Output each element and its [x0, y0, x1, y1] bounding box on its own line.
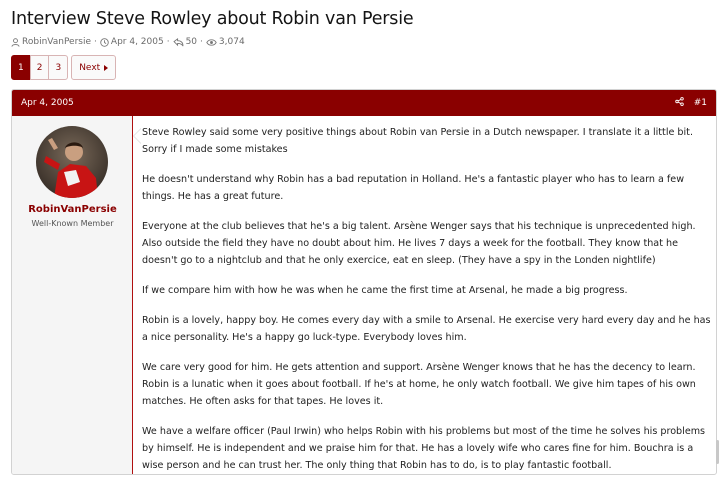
- pagination: 1 2 3 Next: [11, 55, 117, 80]
- message-arrow: [133, 128, 141, 144]
- chevron-right-icon: [104, 64, 109, 71]
- post-paragraph: Everyone at the club believes that he's …: [142, 221, 696, 266]
- post-number[interactable]: #1: [694, 98, 707, 108]
- post-date[interactable]: Apr 4, 2005: [21, 98, 675, 108]
- post-paragraph: We have a welfare officer (Paul Irwin) w…: [142, 426, 706, 471]
- post-paragraph: If we compare him with how he was when h…: [142, 285, 628, 296]
- post-divider: [132, 116, 133, 474]
- post-header: Apr 4, 2005 #1: [12, 90, 716, 116]
- user-title: Well-Known Member: [31, 219, 114, 228]
- avatar[interactable]: [36, 126, 108, 198]
- replies-icon: [172, 37, 184, 47]
- next-label: Next: [79, 62, 101, 73]
- thread-meta: RobinVanPersie · Apr 4, 2005 · 50 · 3,07…: [11, 35, 245, 49]
- user-icon: [11, 37, 20, 47]
- post-paragraph: Robin is a lovely, happy boy. He comes e…: [142, 315, 711, 343]
- post-body: Steve Rowley said some very positive thi…: [142, 124, 714, 474]
- eye-icon: [206, 38, 217, 47]
- meta-separator: ·: [166, 37, 170, 47]
- thread-title: Interview Steve Rowley about Robin van P…: [11, 9, 414, 29]
- thread-date[interactable]: Apr 4, 2005: [111, 37, 164, 47]
- thread-views: 3,074: [218, 37, 245, 47]
- next-page-button[interactable]: Next: [71, 55, 117, 80]
- thread-replies: 50: [185, 37, 198, 47]
- clock-icon: [100, 37, 109, 47]
- user-info: RobinVanPersie Well-Known Member: [12, 116, 133, 474]
- page-1-button[interactable]: 1: [11, 55, 31, 80]
- meta-separator: ·: [94, 37, 97, 47]
- post: Apr 4, 2005 #1 RobinVanPersie Well-Known…: [11, 89, 717, 475]
- post-paragraph: We care very good for him. He gets atten…: [142, 362, 696, 407]
- share-icon[interactable]: [674, 97, 684, 109]
- meta-separator: ·: [200, 37, 203, 47]
- post-username[interactable]: RobinVanPersie: [12, 204, 133, 215]
- scrollbar-thumb[interactable]: [716, 440, 719, 464]
- post-paragraph: He doesn't understand why Robin has a ba…: [142, 174, 685, 202]
- post-paragraph: Steve Rowley said some very positive thi…: [142, 127, 693, 155]
- page-2-button[interactable]: 2: [29, 55, 50, 80]
- page-3-button[interactable]: 3: [48, 55, 69, 80]
- thread-author[interactable]: RobinVanPersie: [22, 37, 91, 47]
